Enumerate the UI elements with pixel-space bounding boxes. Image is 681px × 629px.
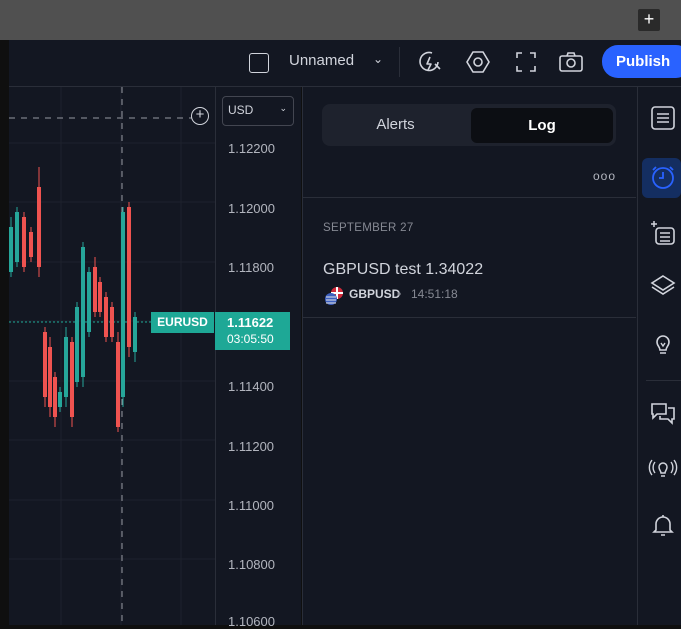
log-entry-time: 14:51:18 <box>411 287 458 301</box>
notifications-bell-icon[interactable] <box>648 510 678 540</box>
currency-value: USD <box>228 103 254 117</box>
chevron-down-icon[interactable]: ⌄ <box>373 52 383 66</box>
log-entry-symbol[interactable]: GBPUSD <box>349 287 400 301</box>
candle-body <box>121 212 125 397</box>
candle-body <box>43 332 47 397</box>
chart-canvas[interactable] <box>9 87 215 625</box>
chevron-down-icon: ⌄ <box>279 103 287 113</box>
log-date-header: SEPTEMBER 27 <box>323 222 414 234</box>
sidebar-divider <box>646 380 681 381</box>
candle-body <box>133 317 137 352</box>
layout-square-icon[interactable] <box>249 53 269 73</box>
current-price-value: 1.11622 <box>227 315 274 330</box>
publish-button[interactable]: Publish <box>602 45 681 78</box>
current-price-label: 1.11622 03:05:50 <box>215 312 290 350</box>
layers-icon[interactable] <box>648 270 678 300</box>
price-tick: 1.11800 <box>228 260 275 275</box>
candle-body <box>81 247 85 377</box>
candle-body <box>37 187 41 267</box>
log-divider <box>302 317 636 318</box>
bar-countdown: 03:05:50 <box>227 332 274 346</box>
price-tick: 1.12200 <box>228 141 275 156</box>
candle-body <box>15 212 19 262</box>
candle-body <box>127 207 131 347</box>
panel-divider <box>302 197 636 198</box>
price-tick: 1.12000 <box>228 201 275 216</box>
add-plus-circle-icon[interactable]: + <box>191 107 209 125</box>
tab-alerts[interactable]: Alerts <box>322 104 469 146</box>
camera-screenshot-icon[interactable] <box>558 49 584 75</box>
candle-body <box>29 232 33 257</box>
log-entry-separator: • <box>397 287 402 301</box>
candle-body <box>70 342 74 417</box>
settings-hexagon-icon[interactable] <box>465 49 491 75</box>
new-tab-button[interactable]: + <box>638 9 660 31</box>
alert-clock-icon[interactable] <box>648 163 678 193</box>
tab-log[interactable]: Log <box>471 108 613 143</box>
ideas-bulb-icon[interactable] <box>648 328 678 358</box>
chat-icon[interactable] <box>648 398 678 428</box>
layout-name[interactable]: Unnamed <box>289 52 354 69</box>
candle-body <box>75 307 79 382</box>
alerts-panel <box>302 87 637 625</box>
symbol-price-tag: EURUSD <box>151 312 214 333</box>
fullscreen-icon[interactable] <box>513 49 539 75</box>
currency-select[interactable]: USD ⌄ <box>222 96 294 126</box>
candle-body <box>110 307 114 337</box>
more-options-icon[interactable]: ooo <box>593 169 616 183</box>
candle-body <box>64 337 68 397</box>
quick-search-icon[interactable] <box>417 49 443 75</box>
price-tick: 1.10600 <box>228 614 275 629</box>
gbpusd-flag-icon <box>325 287 343 305</box>
candle-body <box>87 272 91 332</box>
window-top-strip <box>0 0 681 40</box>
price-tick: 1.11400 <box>228 379 275 394</box>
candle-body <box>9 227 13 272</box>
candle-body <box>98 282 102 312</box>
price-tick: 1.10800 <box>228 557 275 572</box>
price-axis[interactable] <box>215 87 301 625</box>
candle-body <box>93 267 97 312</box>
candle-body <box>48 347 52 407</box>
candle-body <box>58 392 62 407</box>
price-tick: 1.11200 <box>228 439 275 454</box>
watchlist-icon[interactable] <box>648 103 678 133</box>
toolbar-divider <box>399 47 400 77</box>
candle-body <box>53 377 57 417</box>
add-list-icon[interactable] <box>648 218 678 248</box>
candle-body <box>22 217 26 267</box>
candle-body <box>116 342 120 427</box>
candle-body <box>104 297 108 337</box>
price-tick: 1.11000 <box>228 498 275 513</box>
streams-icon[interactable] <box>648 453 678 483</box>
candlestick-chart <box>9 87 215 625</box>
log-entry-title[interactable]: GBPUSD test 1.34022 <box>323 261 483 279</box>
